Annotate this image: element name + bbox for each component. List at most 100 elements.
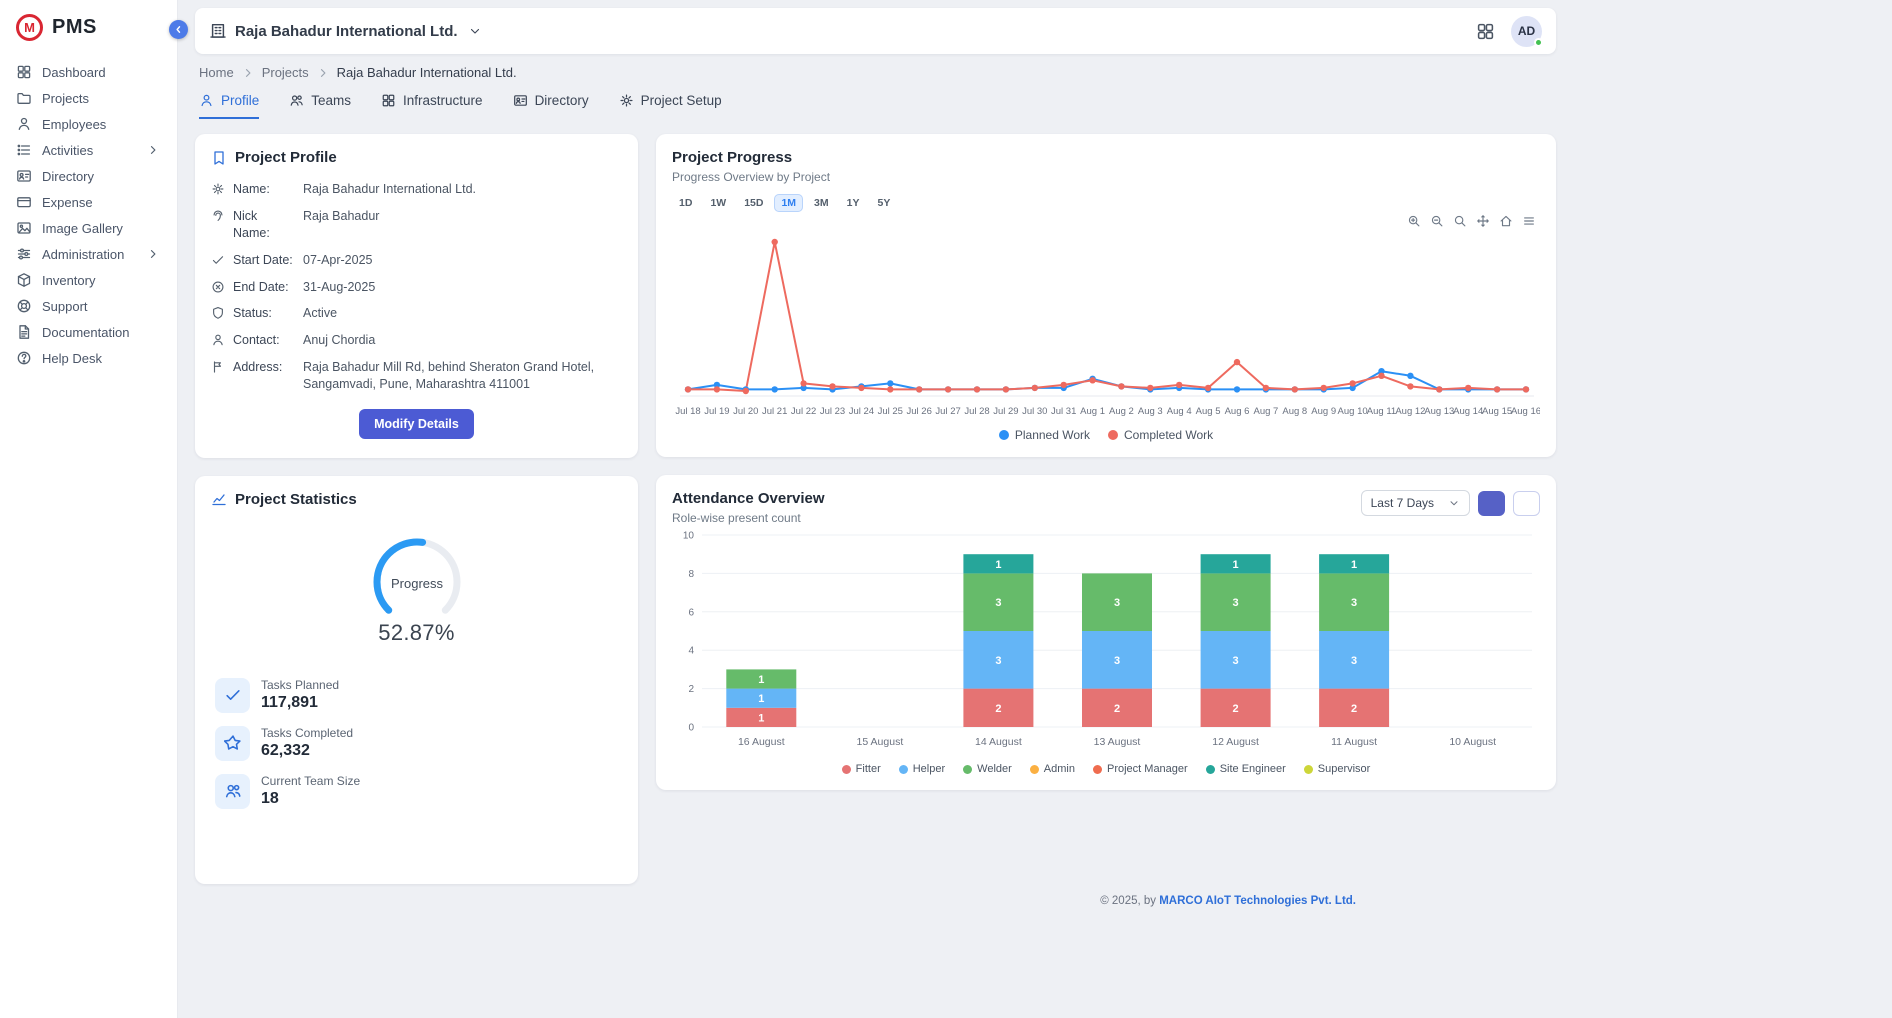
legend-item[interactable]: Site Engineer xyxy=(1206,763,1286,775)
data-point[interactable] xyxy=(858,385,864,391)
chevron-right-icon xyxy=(145,246,161,262)
data-point[interactable] xyxy=(1118,383,1124,389)
sidebar-item-inventory[interactable]: Inventory xyxy=(0,267,177,293)
x-axis-label: Jul 22 xyxy=(791,406,816,417)
data-point[interactable] xyxy=(1349,380,1355,386)
data-point[interactable] xyxy=(1263,385,1269,391)
line-series xyxy=(688,371,1526,389)
company-selector[interactable]: Raja Bahadur International Ltd. xyxy=(209,22,484,40)
line-chart[interactable]: Jul 18Jul 19Jul 20Jul 21Jul 22Jul 23Jul … xyxy=(672,228,1540,424)
legend-item[interactable]: Fitter xyxy=(842,763,881,775)
x-axis-label: 11 August xyxy=(1331,736,1377,748)
sidebar-item-projects[interactable]: Projects xyxy=(0,85,177,111)
sidebar-item-employees[interactable]: Employees xyxy=(0,111,177,137)
legend-item[interactable]: Welder xyxy=(963,763,1012,775)
bar-view-toggle[interactable] xyxy=(1478,491,1505,516)
menu-icon[interactable] xyxy=(1522,214,1536,228)
data-point[interactable] xyxy=(1465,385,1471,391)
sidebar-item-documentation[interactable]: Documentation xyxy=(0,319,177,345)
data-point[interactable] xyxy=(1234,359,1240,365)
data-point[interactable] xyxy=(1523,386,1529,392)
data-point[interactable] xyxy=(800,380,806,386)
range-5y[interactable]: 5Y xyxy=(870,194,897,212)
sidebar-item-administration[interactable]: Administration xyxy=(0,241,177,267)
tab-directory[interactable]: Directory xyxy=(513,93,589,119)
data-point[interactable] xyxy=(974,386,980,392)
sidebar-item-help-desk[interactable]: Help Desk xyxy=(0,345,177,371)
legend-item[interactable]: Project Manager xyxy=(1093,763,1188,775)
sidebar-collapse-button[interactable] xyxy=(169,20,188,39)
breadcrumb-projects[interactable]: Projects xyxy=(262,65,309,80)
data-point[interactable] xyxy=(1292,386,1298,392)
data-point[interactable] xyxy=(685,386,691,392)
data-point[interactable] xyxy=(1407,383,1413,389)
tab-profile[interactable]: Profile xyxy=(199,93,259,119)
sidebar-item-directory[interactable]: Directory xyxy=(0,163,177,189)
data-point[interactable] xyxy=(887,380,893,386)
data-point[interactable] xyxy=(1003,386,1009,392)
sidebar-item-image-gallery[interactable]: Image Gallery xyxy=(0,215,177,241)
legend-dot xyxy=(999,430,1009,440)
card-title: Project Progress xyxy=(672,149,1540,166)
data-point[interactable] xyxy=(1089,377,1095,383)
data-point[interactable] xyxy=(743,388,749,394)
range-1y[interactable]: 1Y xyxy=(840,194,867,212)
data-point[interactable] xyxy=(1205,385,1211,391)
data-point[interactable] xyxy=(1176,382,1182,388)
top-bar: Raja Bahadur International Ltd. AD xyxy=(195,8,1556,54)
data-point[interactable] xyxy=(1032,385,1038,391)
range-1w[interactable]: 1W xyxy=(703,194,733,212)
legend-item[interactable]: Helper xyxy=(899,763,945,775)
sidebar-item-activities[interactable]: Activities xyxy=(0,137,177,163)
table-view-toggle[interactable] xyxy=(1513,491,1540,516)
legend-label: Site Engineer xyxy=(1220,763,1286,775)
range-15d[interactable]: 15D xyxy=(737,194,770,212)
x-axis-label: Aug 4 xyxy=(1167,406,1192,417)
data-point[interactable] xyxy=(1147,385,1153,391)
sidebar-item-support[interactable]: Support xyxy=(0,293,177,319)
tab-project-setup[interactable]: Project Setup xyxy=(619,93,722,119)
tab-teams[interactable]: Teams xyxy=(289,93,351,119)
selection-zoom-icon[interactable] xyxy=(1453,214,1467,228)
sidebar-item-expense[interactable]: Expense xyxy=(0,189,177,215)
breadcrumb-home[interactable]: Home xyxy=(199,65,234,80)
data-point[interactable] xyxy=(1407,373,1413,379)
x-axis-label: Aug 16 xyxy=(1511,406,1540,417)
data-point[interactable] xyxy=(772,386,778,392)
data-point[interactable] xyxy=(829,383,835,389)
apps-grid-icon[interactable] xyxy=(1476,22,1495,41)
range-3m[interactable]: 3M xyxy=(807,194,836,212)
app-logo[interactable]: M PMS xyxy=(0,0,177,53)
range-1d[interactable]: 1D xyxy=(672,194,699,212)
zoom-in-icon[interactable] xyxy=(1407,214,1421,228)
user-avatar[interactable]: AD xyxy=(1511,16,1542,47)
legend-item[interactable]: Planned Work xyxy=(999,428,1090,442)
pan-icon[interactable] xyxy=(1476,214,1490,228)
sidebar-item-dashboard[interactable]: Dashboard xyxy=(0,59,177,85)
modify-details-button[interactable]: Modify Details xyxy=(359,409,474,439)
data-point[interactable] xyxy=(945,386,951,392)
data-point[interactable] xyxy=(1234,386,1240,392)
data-point[interactable] xyxy=(1378,373,1384,379)
people-icon xyxy=(289,93,304,108)
date-range-select[interactable]: Last 7 Days xyxy=(1361,490,1470,516)
data-point[interactable] xyxy=(916,386,922,392)
zoom-out-icon[interactable] xyxy=(1430,214,1444,228)
data-point[interactable] xyxy=(772,239,778,245)
data-point[interactable] xyxy=(887,386,893,392)
data-point[interactable] xyxy=(1061,382,1067,388)
bar-chart[interactable]: 024681011116 August15 August233114 Augus… xyxy=(672,525,1540,759)
profile-field-status: Status: Active xyxy=(211,305,622,322)
range-1m[interactable]: 1M xyxy=(774,194,803,212)
footer-link[interactable]: MARCO AIoT Technologies Pvt. Ltd. xyxy=(1159,895,1356,907)
data-point[interactable] xyxy=(1494,386,1500,392)
credit-card-icon xyxy=(16,194,32,210)
tab-infrastructure[interactable]: Infrastructure xyxy=(381,93,483,119)
data-point[interactable] xyxy=(714,386,720,392)
data-point[interactable] xyxy=(1321,385,1327,391)
data-point[interactable] xyxy=(1436,386,1442,392)
home-icon[interactable] xyxy=(1499,214,1513,228)
legend-item[interactable]: Supervisor xyxy=(1304,763,1371,775)
legend-item[interactable]: Completed Work xyxy=(1108,428,1213,442)
legend-item[interactable]: Admin xyxy=(1030,763,1075,775)
